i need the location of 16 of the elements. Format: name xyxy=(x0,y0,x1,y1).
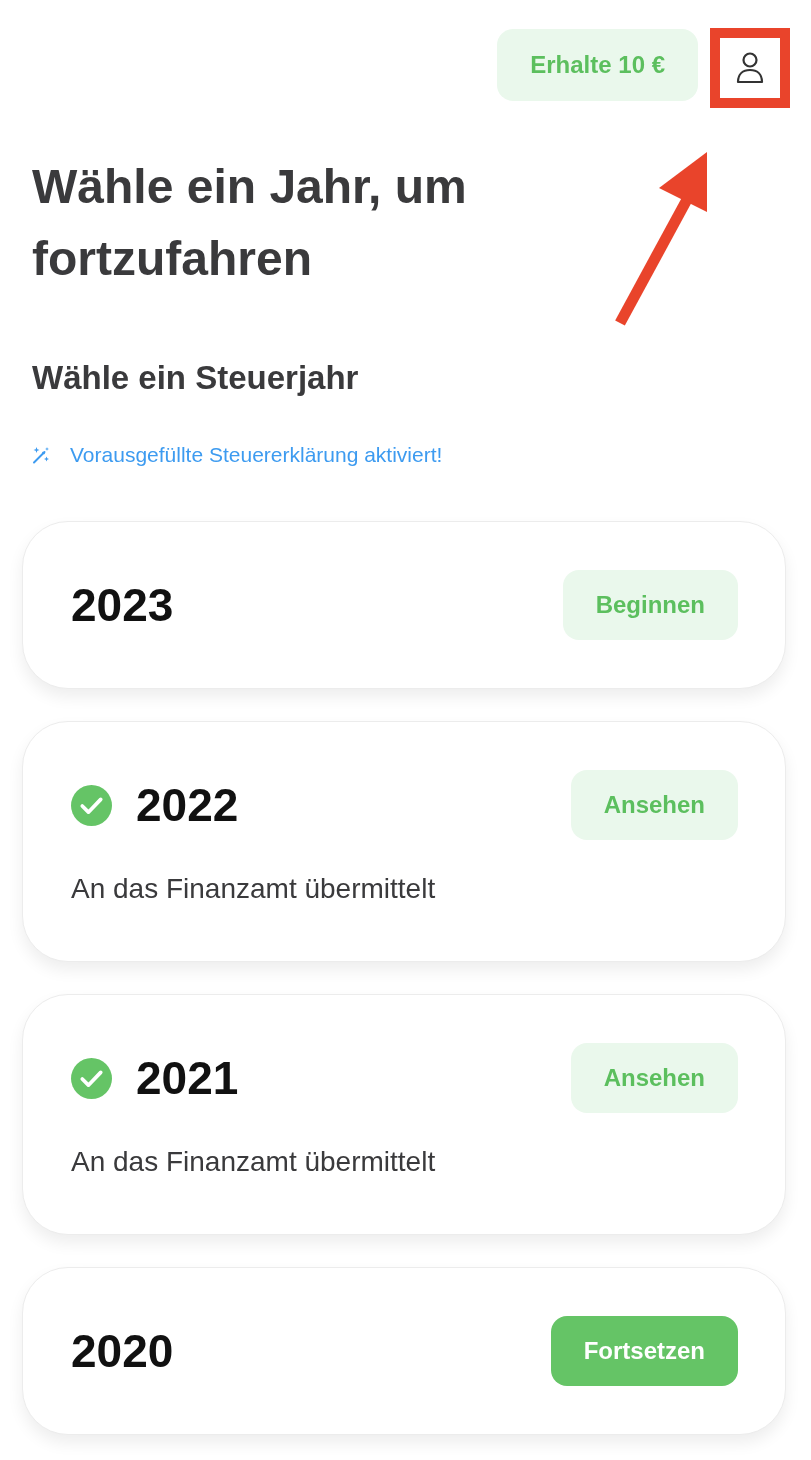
person-icon xyxy=(736,52,764,84)
tax-year: 2021 xyxy=(136,1055,239,1101)
referral-button[interactable]: Erhalte 10 € xyxy=(497,29,698,101)
magic-wand-icon xyxy=(32,446,50,464)
submission-status: An das Finanzamt übermittelt xyxy=(71,872,437,906)
section-title: Wähle ein Steuerjahr xyxy=(32,358,360,398)
year-action-button[interactable]: Fortsetzen xyxy=(550,1316,738,1386)
year-action-button[interactable]: Ansehen xyxy=(570,1043,738,1113)
submission-status: An das Finanzamt übermittelt xyxy=(71,1145,437,1179)
page-title: Wähle ein Jahr, um fortzufahren xyxy=(32,159,468,287)
prefill-notice: Vorausgefüllte Steuererklärung aktiviert! xyxy=(70,442,443,468)
tax-year: 2023 xyxy=(71,582,174,628)
year-action-button[interactable]: Ansehen xyxy=(570,770,738,840)
tax-year: 2020 xyxy=(71,1328,174,1374)
year-action-button[interactable]: Beginnen xyxy=(562,570,738,640)
tax-year: 2022 xyxy=(136,782,239,828)
